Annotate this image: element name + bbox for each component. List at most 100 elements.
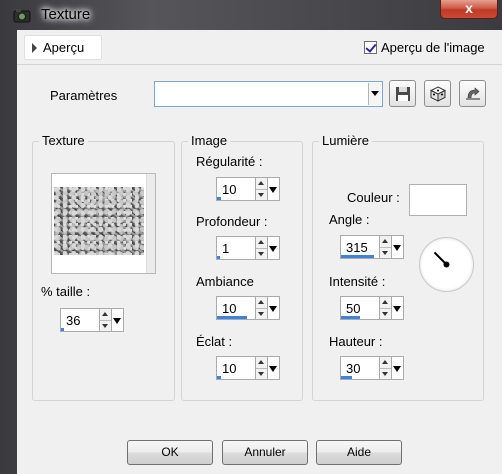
- angle-slider-dropdown[interactable]: [392, 235, 404, 259]
- expand-arrow-icon: [32, 43, 37, 53]
- arrow-up-icon[interactable]: [382, 239, 388, 243]
- randomize-button[interactable]: [424, 80, 451, 107]
- angle-value: 315: [346, 240, 368, 255]
- save-preset-button[interactable]: [389, 80, 416, 107]
- texture-dialog-window: Texture x Aperçu Aperçu de l'image Param…: [0, 0, 502, 474]
- reset-icon: [466, 87, 480, 100]
- intensity-spinner[interactable]: 50: [340, 296, 404, 320]
- shine-stepper[interactable]: [256, 356, 268, 380]
- color-label: Couleur :: [347, 190, 400, 205]
- size-spinner[interactable]: 36: [60, 308, 124, 332]
- image-group: Image Régularité : 10 Profondeur : 1 Amb…: [181, 133, 303, 401]
- height-level-bar: [341, 376, 353, 379]
- ambiance-stepper[interactable]: [256, 296, 268, 320]
- arrow-up-icon[interactable]: [102, 312, 108, 316]
- angle-input[interactable]: 315: [340, 235, 380, 259]
- arrow-up-icon[interactable]: [382, 300, 388, 304]
- texture-swatch-image[interactable]: [54, 187, 144, 255]
- shine-label: Éclat :: [196, 334, 233, 349]
- height-stepper[interactable]: [380, 356, 392, 380]
- arrow-up-icon[interactable]: [258, 360, 264, 364]
- angle-spinner[interactable]: 315: [340, 235, 404, 259]
- reset-button[interactable]: [459, 80, 486, 107]
- size-level-bar: [61, 328, 65, 331]
- arrow-up-icon[interactable]: [258, 300, 264, 304]
- ok-button[interactable]: OK: [127, 440, 213, 465]
- ambiance-level-bar: [217, 316, 248, 319]
- arrow-up-icon[interactable]: [258, 240, 264, 244]
- arrow-up-icon[interactable]: [258, 181, 264, 185]
- shine-slider-dropdown[interactable]: [268, 356, 280, 380]
- texture-group-title: Texture: [39, 133, 88, 148]
- preview-bar: Aperçu Aperçu de l'image: [17, 30, 502, 65]
- light-group: Lumière Couleur : Angle : 315 Intensité …: [312, 133, 484, 401]
- close-button[interactable]: x: [440, 0, 498, 19]
- cancel-button[interactable]: Annuler: [222, 440, 308, 465]
- size-value: 36: [66, 313, 81, 328]
- ambiance-value: 10: [222, 301, 237, 316]
- shine-value: 10: [222, 361, 237, 376]
- angle-dial[interactable]: [419, 237, 474, 292]
- depth-slider-dropdown[interactable]: [268, 236, 280, 260]
- regularity-spinner[interactable]: 10: [216, 177, 280, 201]
- depth-input[interactable]: 1: [216, 236, 256, 260]
- depth-level-bar: [217, 256, 221, 259]
- chevron-down-icon[interactable]: [368, 83, 381, 105]
- angle-level-bar: [341, 255, 375, 258]
- help-button[interactable]: Aide: [316, 440, 402, 465]
- title-bar: Texture x: [0, 0, 502, 30]
- texture-preview[interactable]: [51, 173, 156, 274]
- intensity-slider-dropdown[interactable]: [392, 296, 404, 320]
- size-slider-dropdown[interactable]: [112, 308, 124, 332]
- arrow-down-icon[interactable]: [382, 372, 388, 376]
- arrow-down-icon[interactable]: [258, 252, 264, 256]
- size-input[interactable]: 36: [60, 308, 100, 332]
- light-color-swatch[interactable]: [409, 184, 467, 216]
- presets-dropdown[interactable]: [154, 81, 383, 107]
- height-slider-dropdown[interactable]: [392, 356, 404, 380]
- ambiance-spinner[interactable]: 10: [216, 296, 280, 320]
- light-group-title: Lumière: [319, 133, 372, 148]
- shine-input[interactable]: 10: [216, 356, 256, 380]
- depth-value: 1: [222, 241, 230, 256]
- angle-stepper[interactable]: [380, 235, 392, 259]
- shine-level-bar: [217, 376, 221, 379]
- angle-dial-needle-icon: [433, 251, 450, 268]
- regularity-stepper[interactable]: [256, 177, 268, 201]
- regularity-value: 10: [222, 182, 237, 197]
- arrow-down-icon[interactable]: [258, 312, 264, 316]
- height-spinner[interactable]: 30: [340, 356, 404, 380]
- presets-label: Paramètres: [50, 88, 118, 103]
- height-input[interactable]: 30: [340, 356, 380, 380]
- ambiance-input[interactable]: 10: [216, 296, 256, 320]
- regularity-level-bar: [217, 197, 221, 200]
- arrow-up-icon[interactable]: [382, 360, 388, 364]
- dice-icon: [430, 86, 446, 102]
- preview-toggle-button[interactable]: Aperçu: [24, 35, 102, 60]
- preview-toggle-label: Aperçu: [43, 40, 85, 55]
- texture-group: Texture % taille : 36: [32, 133, 175, 401]
- arrow-down-icon[interactable]: [258, 193, 264, 197]
- ambiance-slider-dropdown[interactable]: [268, 296, 280, 320]
- arrow-down-icon[interactable]: [102, 324, 108, 328]
- dialog-body: Aperçu Aperçu de l'image Paramètres Text…: [17, 30, 502, 474]
- depth-stepper[interactable]: [256, 236, 268, 260]
- depth-spinner[interactable]: 1: [216, 236, 280, 260]
- intensity-level-bar: [341, 316, 360, 319]
- regularity-input[interactable]: 10: [216, 177, 256, 201]
- arrow-down-icon[interactable]: [258, 372, 264, 376]
- regularity-slider-dropdown[interactable]: [268, 177, 280, 201]
- intensity-stepper[interactable]: [380, 296, 392, 320]
- intensity-label: Intensité :: [329, 274, 386, 289]
- shine-spinner[interactable]: 10: [216, 356, 280, 380]
- size-label: % taille :: [41, 284, 91, 299]
- arrow-down-icon[interactable]: [382, 251, 388, 255]
- texture-app-icon: [13, 9, 31, 23]
- angle-label: Angle :: [329, 212, 370, 227]
- image-preview-checkbox-label[interactable]: Aperçu de l'image: [381, 40, 485, 55]
- arrow-down-icon[interactable]: [382, 312, 388, 316]
- image-preview-checkbox[interactable]: [364, 41, 377, 54]
- intensity-input[interactable]: 50: [340, 296, 380, 320]
- texture-scrollbar[interactable]: [146, 174, 155, 273]
- size-stepper[interactable]: [100, 308, 112, 332]
